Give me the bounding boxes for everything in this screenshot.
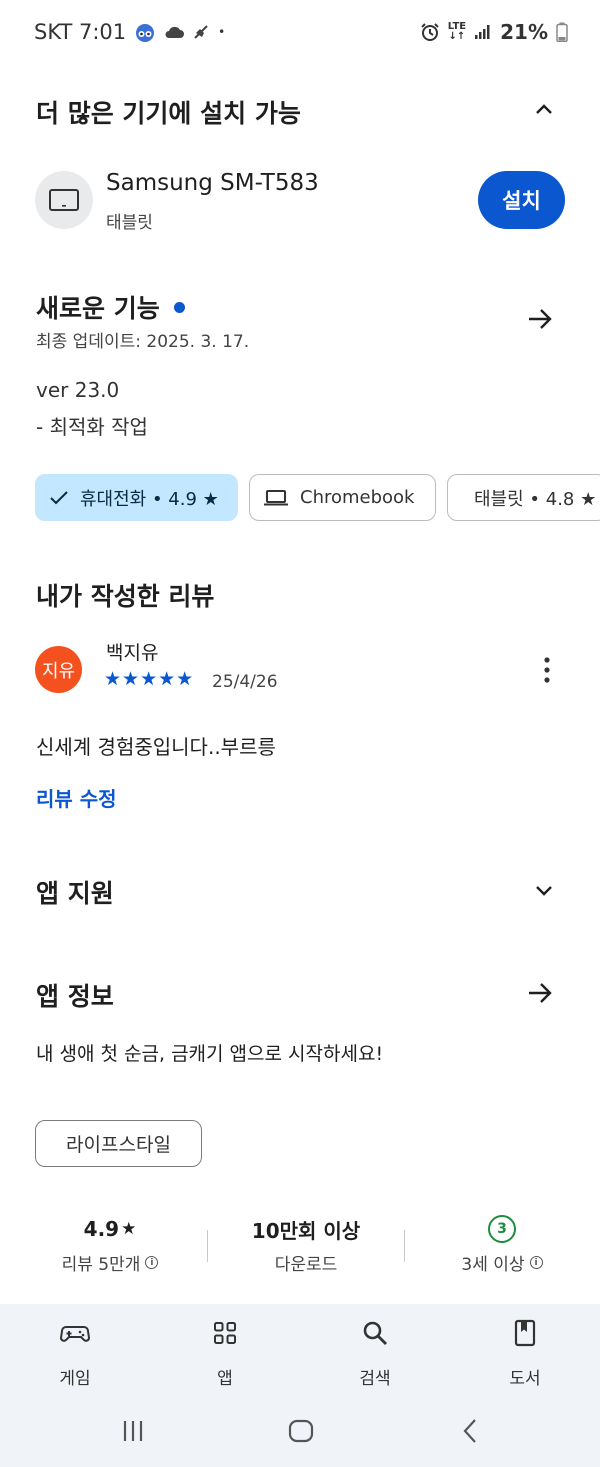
back-icon[interactable] <box>458 1418 484 1444</box>
status-right: LTE ↓↑ 21% <box>420 20 568 44</box>
cloud-icon <box>164 25 185 39</box>
app-description: 내 생애 첫 순금, 금캐기 앱으로 시작하세요! <box>36 1043 384 1065</box>
divider <box>207 1230 208 1262</box>
nav-search-label: 검색 <box>359 1369 391 1389</box>
battery-icon <box>556 22 568 42</box>
device-type: 태블릿 <box>106 213 153 233</box>
arrow-right-icon[interactable] <box>526 305 554 333</box>
info-icon: i <box>529 1256 543 1269</box>
device-name: Samsung SM-T583 <box>106 170 319 196</box>
chip-tablet-label: 태블릿 • 4.8 ★ <box>474 488 597 510</box>
book-icon <box>514 1319 536 1347</box>
stat-rating[interactable]: 4.9 ★ 리뷰 5만개 i <box>30 1214 190 1275</box>
category-chip[interactable]: 라이프스타일 <box>35 1120 202 1167</box>
new-indicator-dot <box>173 301 185 313</box>
star-rating: ★★★★★ <box>104 668 195 690</box>
rating-value: 4.9 ★ <box>83 1217 137 1241</box>
alarm-icon <box>420 22 440 42</box>
downloads-label: 다운로드 <box>274 1255 338 1275</box>
whats-new-header[interactable]: 새로운 기능 <box>36 289 185 325</box>
last-update: 최종 업데이트: 2025. 3. 17. <box>36 332 250 352</box>
rating-label: 리뷰 5만개 i <box>30 1250 190 1275</box>
check-icon <box>50 490 68 504</box>
downloads-value: 10만회 이상 <box>251 1218 361 1243</box>
chip-phone[interactable]: 휴대전화 • 4.9 ★ <box>35 474 238 521</box>
mute-icon <box>192 23 210 41</box>
nav-books[interactable]: 도서 <box>485 1318 565 1389</box>
age-rating-badge: 3 <box>488 1215 516 1243</box>
star-icon: ★ <box>121 1219 137 1239</box>
recent-apps-icon[interactable] <box>120 1418 146 1444</box>
chip-tablet[interactable]: 태블릿 • 4.8 ★ <box>447 474 600 521</box>
mascot-icon <box>134 21 156 43</box>
carrier-time: SKT 7:01 <box>34 20 127 44</box>
age-rating-label: 3세 이상 i <box>422 1250 582 1275</box>
my-review-title: 내가 작성한 리뷰 <box>36 582 215 611</box>
arrow-right-icon[interactable] <box>526 979 554 1007</box>
review-date: 25/4/26 <box>212 672 278 692</box>
stat-downloads: 10만회 이상 다운로드 <box>226 1214 386 1276</box>
system-nav-bar <box>0 1404 600 1467</box>
app-support-title[interactable]: 앱 지원 <box>36 874 114 910</box>
status-left: SKT 7:01 • <box>34 20 225 44</box>
review-text: 신세계 경험중입니다..부르릉 <box>36 735 276 759</box>
nav-games[interactable]: 게임 <box>35 1318 115 1389</box>
nav-apps[interactable]: 앱 <box>185 1318 265 1389</box>
chip-phone-label: 휴대전화 • 4.9 ★ <box>80 488 219 510</box>
edit-review-link[interactable]: 리뷰 수정 <box>36 783 117 812</box>
search-icon <box>363 1321 387 1345</box>
bottom-nav: 게임 앱 검색 도서 <box>0 1304 600 1404</box>
release-notes: - 최적화 작업 <box>36 415 148 439</box>
whats-new-title: 새로운 기능 <box>36 294 160 323</box>
chip-chromebook-label: Chromebook <box>300 487 415 508</box>
laptop-icon <box>264 489 288 505</box>
info-icon: i <box>145 1256 159 1269</box>
gamepad-icon <box>60 1326 90 1342</box>
lte-indicator: LTE ↓↑ <box>447 21 467 42</box>
nav-search[interactable]: 검색 <box>335 1318 415 1389</box>
nav-books-label: 도서 <box>509 1369 541 1389</box>
chip-chromebook[interactable]: Chromebook <box>249 474 436 521</box>
notification-dot-icon: • <box>218 25 226 39</box>
tablet-icon <box>49 189 79 211</box>
stat-age-rating[interactable]: 3 3세 이상 i <box>422 1214 582 1275</box>
device-icon <box>35 171 93 229</box>
install-button[interactable]: 설치 <box>478 171 565 229</box>
more-options-icon[interactable] <box>540 656 554 684</box>
signal-icon <box>474 24 492 40</box>
app-info-title[interactable]: 앱 정보 <box>36 977 114 1013</box>
chevron-up-icon[interactable] <box>532 98 556 122</box>
battery-percent: 21% <box>500 20 548 44</box>
chevron-down-icon[interactable] <box>532 878 556 902</box>
nav-apps-label: 앱 <box>217 1369 233 1389</box>
install-more-title: 더 많은 기기에 설치 가능 <box>36 99 301 128</box>
reviewer-name: 백지유 <box>106 642 159 664</box>
version-text: ver 23.0 <box>36 378 120 402</box>
status-bar: SKT 7:01 • LTE ↓↑ 21% <box>0 0 600 64</box>
avatar: 지유 <box>35 646 82 693</box>
nav-games-label: 게임 <box>59 1369 91 1389</box>
divider <box>404 1230 405 1262</box>
home-icon[interactable] <box>288 1418 314 1444</box>
apps-grid-icon <box>214 1322 236 1344</box>
